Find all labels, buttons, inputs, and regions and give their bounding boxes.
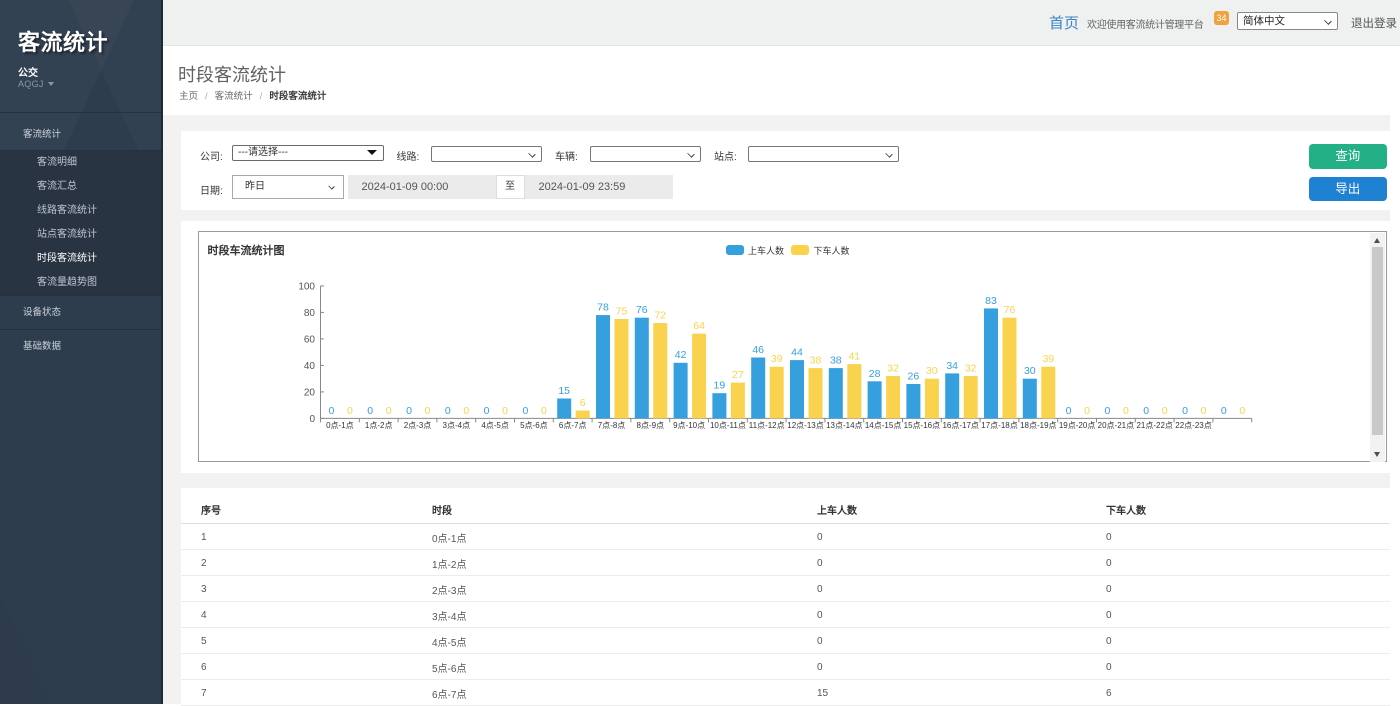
svg-text:0: 0 — [346, 405, 352, 417]
svg-text:0: 0 — [367, 405, 373, 417]
svg-text:0: 0 — [328, 405, 334, 417]
svg-text:46: 46 — [752, 344, 764, 356]
svg-text:27: 27 — [732, 369, 744, 381]
svg-text:15点-16点: 15点-16点 — [903, 421, 939, 430]
svg-text:0: 0 — [309, 414, 315, 425]
svg-text:75: 75 — [615, 306, 627, 318]
svg-text:20点-21点: 20点-21点 — [1097, 421, 1133, 430]
svg-text:0: 0 — [1065, 405, 1071, 417]
svg-text:12点-13点: 12点-13点 — [787, 421, 823, 430]
svg-text:32: 32 — [964, 363, 976, 375]
svg-text:0点-1点: 0点-1点 — [326, 421, 354, 430]
svg-text:0: 0 — [1182, 405, 1188, 417]
svg-text:22点-23点: 22点-23点 — [1175, 421, 1211, 430]
svg-text:30: 30 — [926, 365, 938, 377]
svg-text:30: 30 — [1023, 365, 1035, 377]
svg-text:38: 38 — [809, 355, 821, 367]
svg-text:9点-10点: 9点-10点 — [673, 421, 705, 430]
svg-text:0: 0 — [385, 405, 391, 417]
svg-text:0: 0 — [540, 405, 546, 417]
svg-text:6: 6 — [579, 397, 585, 409]
svg-text:39: 39 — [770, 353, 782, 365]
svg-text:60: 60 — [303, 334, 315, 345]
svg-text:0: 0 — [1084, 405, 1090, 417]
svg-text:78: 78 — [597, 302, 609, 314]
svg-text:11点-12点: 11点-12点 — [748, 421, 784, 430]
svg-text:40: 40 — [303, 361, 315, 372]
svg-text:21点-22点: 21点-22点 — [1136, 421, 1172, 430]
svg-text:38: 38 — [829, 355, 841, 367]
svg-text:0: 0 — [1104, 405, 1110, 417]
svg-text:39: 39 — [1042, 353, 1054, 365]
svg-text:28: 28 — [868, 368, 880, 380]
svg-text:34: 34 — [946, 360, 958, 372]
svg-text:32: 32 — [887, 363, 899, 375]
svg-text:100: 100 — [298, 281, 315, 292]
svg-text:0: 0 — [1143, 405, 1149, 417]
svg-text:0: 0 — [1239, 405, 1245, 417]
svg-text:3点-4点: 3点-4点 — [442, 421, 470, 430]
svg-text:19: 19 — [713, 380, 725, 392]
svg-text:76: 76 — [635, 304, 647, 316]
svg-text:6点-7点: 6点-7点 — [558, 421, 586, 430]
svg-text:0: 0 — [1161, 405, 1167, 417]
svg-text:17点-18点: 17点-18点 — [981, 421, 1017, 430]
svg-text:0: 0 — [444, 405, 450, 417]
svg-text:14点-15点: 14点-15点 — [864, 421, 900, 430]
svg-text:7点-8点: 7点-8点 — [597, 421, 625, 430]
svg-text:42: 42 — [674, 349, 686, 361]
svg-text:0: 0 — [1220, 405, 1226, 417]
svg-text:0: 0 — [406, 405, 412, 417]
svg-text:16点-17点: 16点-17点 — [942, 421, 978, 430]
svg-text:5点-6点: 5点-6点 — [520, 421, 548, 430]
svg-text:0: 0 — [483, 405, 489, 417]
svg-text:83: 83 — [985, 295, 997, 307]
svg-text:20: 20 — [303, 387, 315, 398]
svg-text:8点-9点: 8点-9点 — [636, 421, 664, 430]
svg-text:0: 0 — [424, 405, 430, 417]
svg-text:10点-11点: 10点-11点 — [709, 421, 745, 430]
svg-text:0: 0 — [1122, 405, 1128, 417]
svg-text:76: 76 — [1003, 304, 1015, 316]
svg-text:0: 0 — [522, 405, 528, 417]
svg-text:26: 26 — [907, 371, 919, 383]
svg-text:72: 72 — [654, 310, 666, 322]
svg-text:0: 0 — [1200, 405, 1206, 417]
svg-text:64: 64 — [693, 320, 705, 332]
svg-text:0: 0 — [502, 405, 508, 417]
svg-text:0: 0 — [463, 405, 469, 417]
svg-text:18点-19点: 18点-19点 — [1020, 421, 1056, 430]
svg-text:1点-2点: 1点-2点 — [364, 421, 392, 430]
svg-text:41: 41 — [848, 351, 860, 363]
svg-text:80: 80 — [303, 308, 315, 319]
svg-text:13点-14点: 13点-14点 — [826, 421, 862, 430]
svg-text:15: 15 — [558, 385, 570, 397]
svg-text:44: 44 — [791, 347, 803, 359]
svg-text:2点-3点: 2点-3点 — [403, 421, 431, 430]
svg-text:4点-5点: 4点-5点 — [481, 421, 509, 430]
svg-text:19点-20点: 19点-20点 — [1058, 421, 1094, 430]
